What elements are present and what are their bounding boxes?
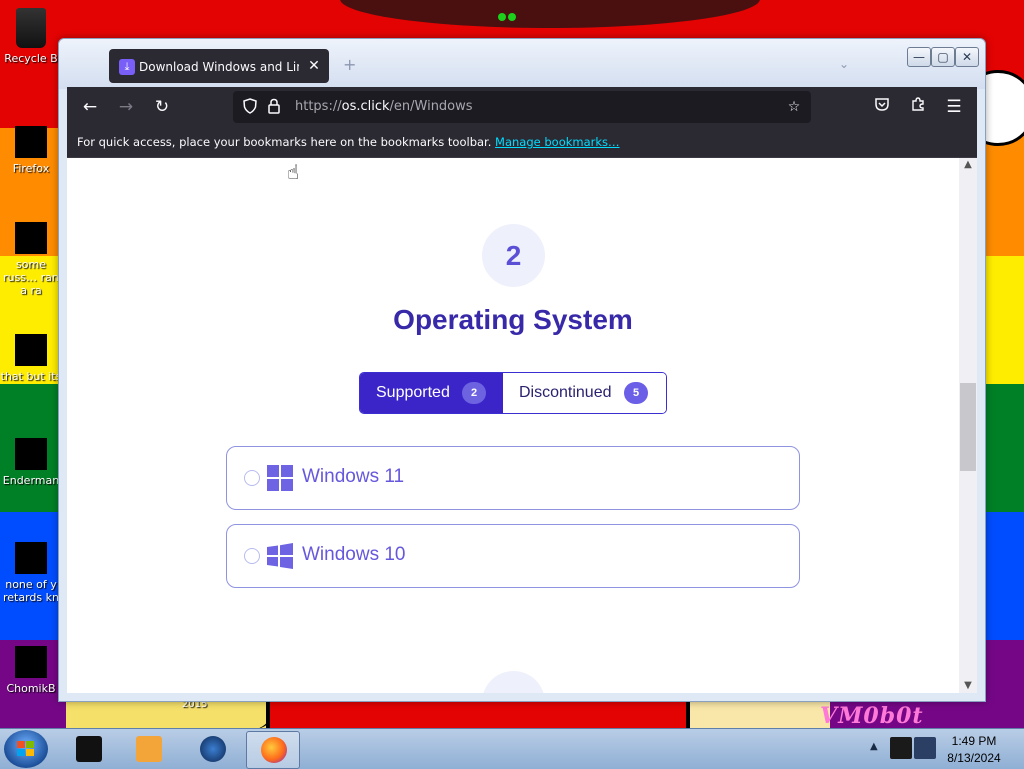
tab-close-icon[interactable]: ✕ xyxy=(305,57,323,75)
scrollbar-thumb[interactable] xyxy=(960,383,976,471)
maximize-button[interactable]: ▢ xyxy=(931,47,955,67)
radio-button[interactable] xyxy=(244,548,260,564)
windows-logo-icon xyxy=(17,741,35,757)
program-icon xyxy=(15,438,47,470)
app-icon xyxy=(15,646,47,678)
terminal-icon xyxy=(76,736,102,762)
download-icon: ⤓ xyxy=(119,59,135,75)
desktop-icon-label: that but its xyxy=(0,370,62,383)
minimize-button[interactable]: — xyxy=(907,47,931,67)
tab-supported-label: Supported xyxy=(376,384,450,401)
scroll-up-icon[interactable]: ▲ xyxy=(959,158,977,172)
tab-discontinued-label: Discontinued xyxy=(519,384,612,401)
step-number: 2 xyxy=(482,224,545,287)
list-tabs-icon[interactable]: ⌄ xyxy=(839,57,849,71)
wallpaper-art xyxy=(66,700,830,730)
url-bar[interactable]: https://os.click/en/Windows ☆ xyxy=(233,91,811,123)
tab-supported[interactable]: Supported 2 xyxy=(360,373,503,413)
show-hidden-icons-icon[interactable]: ▲ xyxy=(870,741,878,752)
pocket-icon[interactable] xyxy=(871,96,893,118)
hand-cursor-icon: ☝ xyxy=(287,160,300,184)
watermark: VM0b0t xyxy=(820,703,924,729)
url-text[interactable]: https://os.click/en/Windows xyxy=(295,99,473,115)
globe-icon xyxy=(200,736,226,762)
taskbar-app-firefox[interactable] xyxy=(246,731,300,769)
forward-button[interactable]: → xyxy=(115,96,137,118)
lock-icon[interactable] xyxy=(265,98,283,116)
firefox-icon xyxy=(261,737,287,763)
browser-window: ⤓ Download Windows and Linux ✕ + ⌄ — ▢ ✕… xyxy=(58,38,986,702)
os-option-label: Windows 11 xyxy=(302,466,405,487)
desktop-icon-folder[interactable]: that but its xyxy=(0,334,62,383)
taskbar-app-terminal[interactable] xyxy=(62,731,114,767)
taskbar-app-media-player[interactable] xyxy=(122,731,174,767)
tab-download-windows[interactable]: ⤓ Download Windows and Linux ✕ xyxy=(109,49,329,83)
windows-11-icon xyxy=(267,465,293,491)
os-option-windows-10[interactable]: Windows 10 xyxy=(226,524,800,588)
os-option-label: Windows 10 xyxy=(302,544,406,565)
desktop-icon-recycle-bin[interactable]: Recycle B xyxy=(0,8,62,65)
media-player-icon xyxy=(136,736,162,762)
bookmarks-toolbar: For quick access, place your bookmarks h… xyxy=(67,127,977,158)
wallpaper-shape xyxy=(340,0,760,28)
page-title: Operating System xyxy=(393,304,633,335)
clock-time: 1:49 PM xyxy=(951,734,997,748)
wallpaper-dots xyxy=(498,6,526,21)
manage-bookmarks-link[interactable]: Manage bookmarks… xyxy=(495,135,620,149)
tab-discontinued[interactable]: Discontinued 5 xyxy=(503,373,666,413)
navigation-toolbar: ← → ↻ https://os.click/en/Windows ☆ ☰ xyxy=(67,87,977,127)
reload-button[interactable]: ↻ xyxy=(151,96,173,118)
desktop-icon-firefox[interactable]: Firefox xyxy=(0,126,62,175)
menu-icon[interactable]: ☰ xyxy=(943,96,965,118)
tab-title: Download Windows and Linux xyxy=(139,60,299,74)
desktop-icon-enderman[interactable]: Enderman xyxy=(0,438,62,487)
extensions-icon[interactable] xyxy=(907,96,929,118)
desktop-icon-file[interactable]: some russ… ran a ra xyxy=(0,222,62,297)
windows-10-icon xyxy=(267,543,293,569)
next-step-circle xyxy=(482,671,545,693)
bookmark-star-icon[interactable]: ☆ xyxy=(785,98,803,116)
desktop-icon-label: Recycle B xyxy=(4,52,58,65)
browser-icon xyxy=(15,542,47,574)
file-icon xyxy=(15,222,47,254)
new-tab-icon[interactable]: + xyxy=(343,55,356,74)
clock[interactable]: 1:49 PM 8/13/2024 xyxy=(938,733,1010,767)
volume-icon[interactable] xyxy=(914,737,936,759)
desktop-icon-label: some russ… ran a ra xyxy=(3,258,59,297)
firefox-icon xyxy=(15,126,47,158)
clock-date: 8/13/2024 xyxy=(947,751,1001,765)
radio-button[interactable] xyxy=(244,470,260,486)
scroll-down-icon[interactable]: ▼ xyxy=(959,679,977,693)
start-button[interactable] xyxy=(4,730,48,768)
page-content: 2 Operating System Supported 2 Discontin… xyxy=(67,158,959,693)
network-icon[interactable] xyxy=(890,737,912,759)
discontinued-count-badge: 5 xyxy=(624,382,648,404)
page-scrollbar[interactable]: ▲ ▼ xyxy=(959,158,977,693)
os-filter-toggle: Supported 2 Discontinued 5 xyxy=(359,372,667,414)
desktop-icon-chrome[interactable]: none of y retards kn xyxy=(0,542,62,604)
desktop-icon-chomik[interactable]: ChomikB xyxy=(0,646,62,695)
tracking-shield-icon[interactable] xyxy=(241,98,259,116)
recycle-bin-icon xyxy=(16,8,46,48)
folder-icon xyxy=(15,334,47,366)
bookmarks-message: For quick access, place your bookmarks h… xyxy=(77,135,492,149)
supported-count-badge: 2 xyxy=(462,382,486,404)
taskbar: ▲ 1:49 PM 8/13/2024 xyxy=(0,728,1024,769)
os-option-windows-11[interactable]: Windows 11 xyxy=(226,446,800,510)
desktop-icon-label: Firefox xyxy=(12,162,50,175)
taskbar-app-globe[interactable] xyxy=(186,731,238,767)
close-window-button[interactable]: ✕ xyxy=(955,47,979,67)
desktop-icon-label: Enderman xyxy=(2,474,60,487)
back-button[interactable]: ← xyxy=(79,96,101,118)
desktop-icon-label: none of y retards kn xyxy=(3,578,59,604)
desktop-icon-label: ChomikB xyxy=(6,682,56,695)
